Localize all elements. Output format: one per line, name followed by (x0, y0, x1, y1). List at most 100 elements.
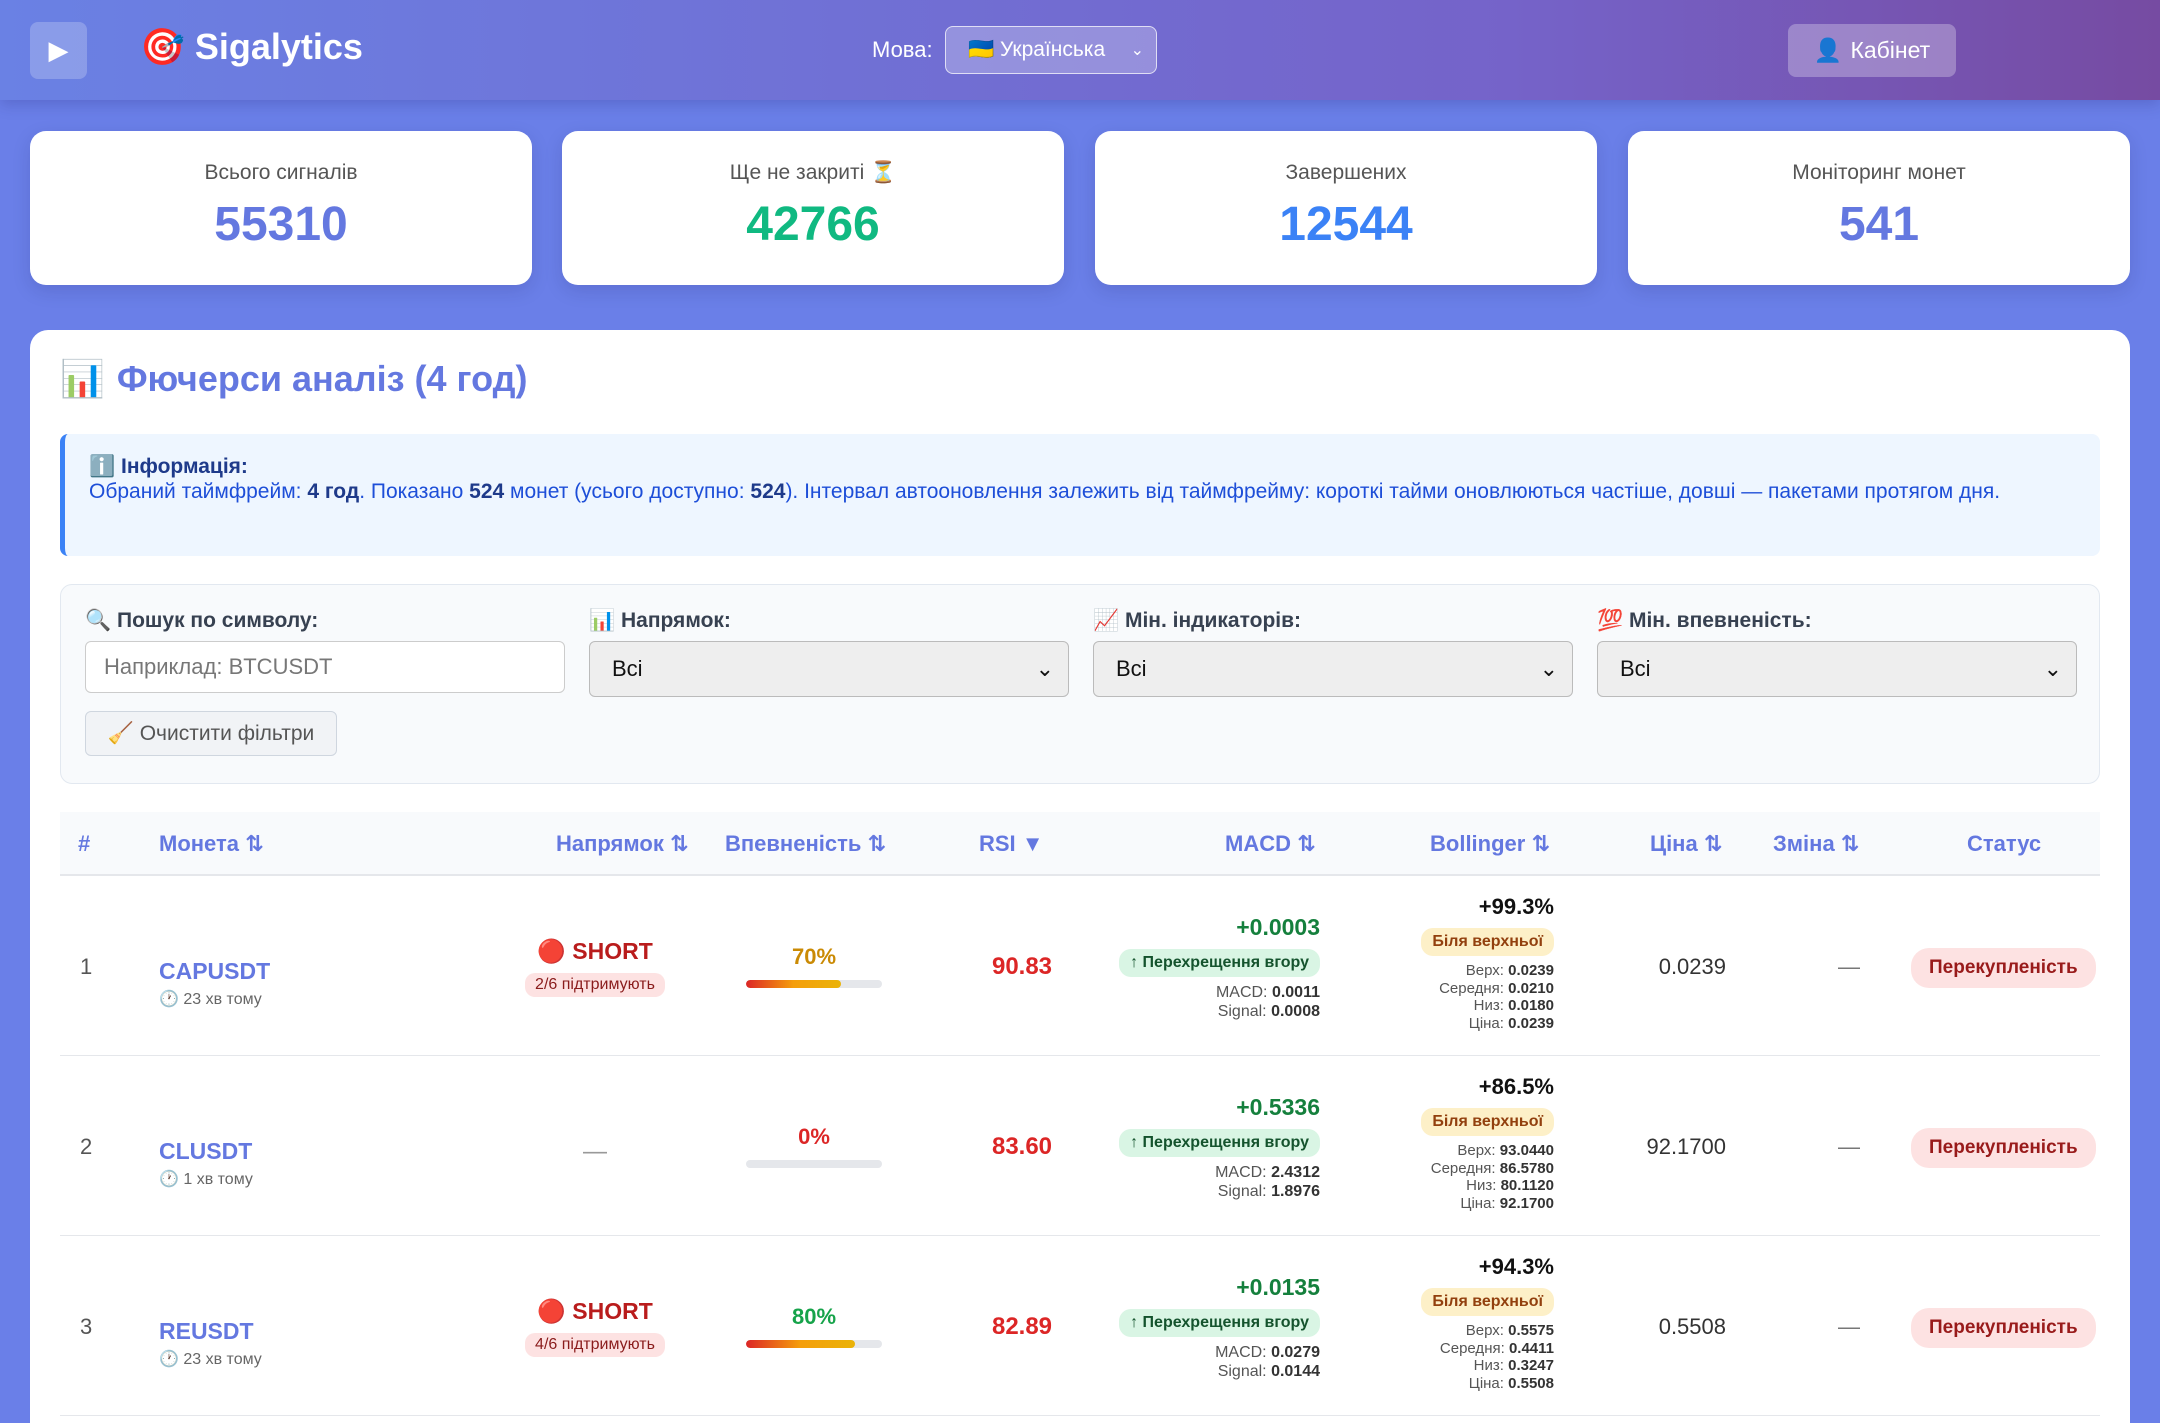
macd-cell: +0.5336 ↑ Перехрещення вгору MACD: 2.431… (1080, 1094, 1320, 1201)
bollinger-lower: Низ: 0.3247 (1473, 1357, 1554, 1374)
bollinger-cell: +86.5% Біля верхньої Верх: 93.0440 Серед… (1350, 1074, 1554, 1212)
change-value: — (1838, 1134, 1860, 1159)
coin-symbol-link[interactable]: REUSDT (159, 1318, 262, 1345)
confidence-bar (746, 1340, 882, 1348)
brand-logo[interactable]: 🎯 Sigalytics (140, 26, 363, 68)
bollinger-percent: +94.3% (1478, 1254, 1554, 1279)
stat-value: 42766 (746, 198, 880, 251)
price-value: 0.0239 (1658, 954, 1726, 979)
bollinger-middle: Середня: 0.0210 (1439, 979, 1554, 997)
info-box: ℹ️ Інформація: Обраний таймфрейм: 4 год.… (60, 434, 2100, 556)
bollinger-price: Ціна: 0.0239 (1468, 1014, 1554, 1032)
status-badge: Перекупленість (1911, 1128, 2096, 1168)
status-badge: Перекупленість (1911, 1308, 2096, 1348)
col-change[interactable]: Зміна ⇅ (1773, 831, 1859, 857)
bar-chart-icon: 📊 (60, 358, 105, 399)
col-status: Статус (1967, 831, 2042, 856)
price-value: 0.5508 (1658, 1314, 1726, 1339)
direction-badge: 🔴 SHORT (537, 1298, 653, 1324)
confidence-bar-fill (746, 1340, 855, 1348)
search-label: 🔍 Пошук по символу: (85, 609, 319, 632)
col-rsi[interactable]: RSI ▼ (979, 831, 1044, 857)
confidence-cell: 0% (746, 1124, 882, 1168)
indicators-filter-select[interactable]: Всі ⌄ (1093, 641, 1573, 697)
futures-analysis-panel: 📊 Фючерси аналіз (4 год) ℹ️ Інформація: … (30, 330, 2130, 1423)
table-header: # Монета ⇅ Напрямок ⇅ Впевненість ⇅ RSI … (60, 812, 2100, 876)
macd-delta: +0.0135 (1236, 1274, 1320, 1300)
macd-cross-badge: ↑ Перехрещення вгору (1119, 1309, 1320, 1337)
macd-cross-badge: ↑ Перехрещення вгору (1119, 949, 1320, 977)
direction-filter-select[interactable]: Всі ⌄ (589, 641, 1069, 697)
macd-cross-badge: ↑ Перехрещення вгору (1119, 1129, 1320, 1157)
info-heading: ℹ️ Інформація: (89, 455, 248, 478)
language-select[interactable]: 🇺🇦 Українська ⌄ (945, 26, 1157, 74)
bollinger-middle: Середня: 0.4411 (1439, 1339, 1554, 1357)
macd-line: MACD: 0.0279 (1215, 1344, 1320, 1361)
bollinger-position-badge: Біля верхньої (1421, 1108, 1554, 1136)
indicators-filter-value: Всі (1116, 656, 1147, 681)
target-icon: 🎯 (140, 26, 185, 67)
bollinger-price: Ціна: 0.5508 (1468, 1374, 1554, 1392)
confidence-bar (746, 980, 882, 988)
change-value: — (1838, 954, 1860, 979)
table-row[interactable]: 2 CLUSDT 🕐 1 хв тому — 0% 83.60 +0.5336 … (60, 1056, 2100, 1236)
confidence-value: 0% (798, 1124, 830, 1149)
rsi-value: 90.83 (991, 953, 1053, 980)
play-icon: ▶ (48, 35, 69, 65)
direction-cell: 🔴 SHORT 4/6 підтримують (500, 1298, 690, 1357)
col-coin[interactable]: Монета ⇅ (159, 831, 264, 857)
direction-cell: 🔴 SHORT 2/6 підтримують (500, 938, 690, 997)
macd-cell: +0.0003 ↑ Перехрещення вгору MACD: 0.001… (1080, 914, 1320, 1021)
status-cell: Перекупленість (1911, 948, 2096, 988)
stat-label: Завершених (1285, 161, 1407, 184)
confidence-filter-select[interactable]: Всі ⌄ (1597, 641, 2077, 697)
macd-delta: +0.5336 (1236, 1094, 1320, 1120)
bollinger-price: Ціна: 92.1700 (1460, 1194, 1554, 1212)
status-badge: Перекупленість (1911, 948, 2096, 988)
support-count: 2/6 підтримують (525, 973, 665, 997)
info-text: Обраний таймфрейм: 4 год. Показано 524 м… (89, 480, 2001, 503)
direction-cell: — (500, 1118, 690, 1166)
clear-filters-button[interactable]: 🧹 Очистити фільтри (85, 711, 337, 756)
bollinger-percent: +86.5% (1478, 1074, 1554, 1099)
brand-name: Sigalytics (194, 26, 363, 67)
coin-cell: CAPUSDT 🕐 23 хв тому (159, 958, 270, 1009)
confidence-filter-value: Всі (1620, 656, 1651, 681)
signal-line: Signal: 1.8976 (1217, 1183, 1320, 1200)
updated-ago: 🕐 1 хв тому (159, 1171, 253, 1188)
macd-delta: +0.0003 (1236, 914, 1320, 940)
confidence-bar (746, 1160, 882, 1168)
cabinet-button[interactable]: 👤 Кабінет (1788, 24, 1956, 77)
language-value: 🇺🇦 Українська (968, 38, 1106, 61)
stat-value: 12544 (1279, 198, 1413, 251)
indicators-filter-label: 📈 Мін. індикаторів: (1093, 609, 1302, 632)
col-confidence[interactable]: Впевненість ⇅ (725, 831, 886, 857)
coin-symbol-link[interactable]: CAPUSDT (159, 958, 270, 985)
col-price[interactable]: Ціна ⇅ (1650, 831, 1722, 857)
coin-symbol-link[interactable]: CLUSDT (159, 1138, 253, 1165)
sidebar-toggle-button[interactable]: ▶ (30, 22, 87, 79)
row-index: 1 (80, 954, 93, 979)
updated-ago: 🕐 23 хв тому (159, 991, 262, 1008)
macd-cell: +0.0135 ↑ Перехрещення вгору MACD: 0.027… (1080, 1274, 1320, 1381)
direction-empty: — (583, 1138, 607, 1165)
stat-card-monitored-coins: Моніторинг монет 541 (1628, 131, 2130, 285)
direction-badge: 🔴 SHORT (537, 938, 653, 964)
col-macd[interactable]: MACD ⇅ (1225, 831, 1316, 857)
coin-cell: CLUSDT 🕐 1 хв тому (159, 1138, 253, 1189)
status-cell: Перекупленість (1911, 1128, 2096, 1168)
bollinger-middle: Середня: 86.5780 (1430, 1159, 1554, 1177)
table-row[interactable]: 1 CAPUSDT 🕐 23 хв тому 🔴 SHORT 2/6 підтр… (60, 876, 2100, 1056)
symbol-search-input[interactable]: Наприклад: BTCUSDT (85, 641, 565, 693)
signal-line: Signal: 0.0144 (1217, 1363, 1320, 1380)
stat-label: Ще не закриті ⏳ (729, 161, 897, 184)
bollinger-cell: +94.3% Біля верхньої Верх: 0.5575 Середн… (1350, 1254, 1554, 1392)
bollinger-position-badge: Біля верхньої (1421, 928, 1554, 956)
status-cell: Перекупленість (1911, 1308, 2096, 1348)
cabinet-label: Кабінет (1850, 37, 1931, 63)
col-direction[interactable]: Напрямок ⇅ (556, 831, 688, 857)
col-bollinger[interactable]: Bollinger ⇅ (1430, 831, 1550, 857)
table-row[interactable]: 3 REUSDT 🕐 23 хв тому 🔴 SHORT 4/6 підтри… (60, 1236, 2100, 1416)
chevron-down-icon: ⌄ (1539, 656, 1558, 681)
bollinger-upper: Верх: 0.0239 (1465, 962, 1554, 979)
